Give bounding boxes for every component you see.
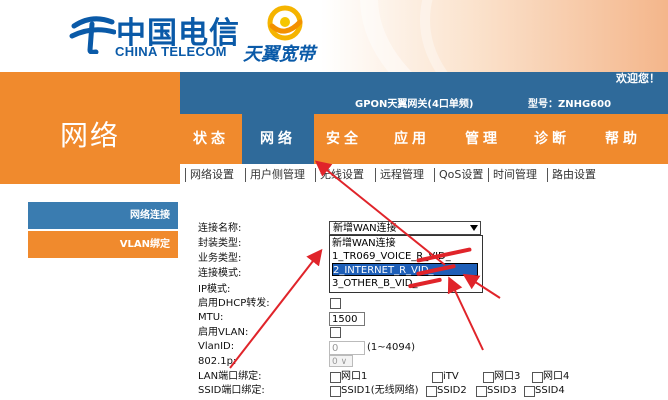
arrow-to-dropdown [229, 248, 323, 369]
arrow-to-network-tab [314, 160, 446, 266]
arrow-to-internet-option-lower [447, 276, 484, 351]
annotation-arrows [229, 160, 501, 369]
arrow-to-internet-option [462, 273, 501, 299]
